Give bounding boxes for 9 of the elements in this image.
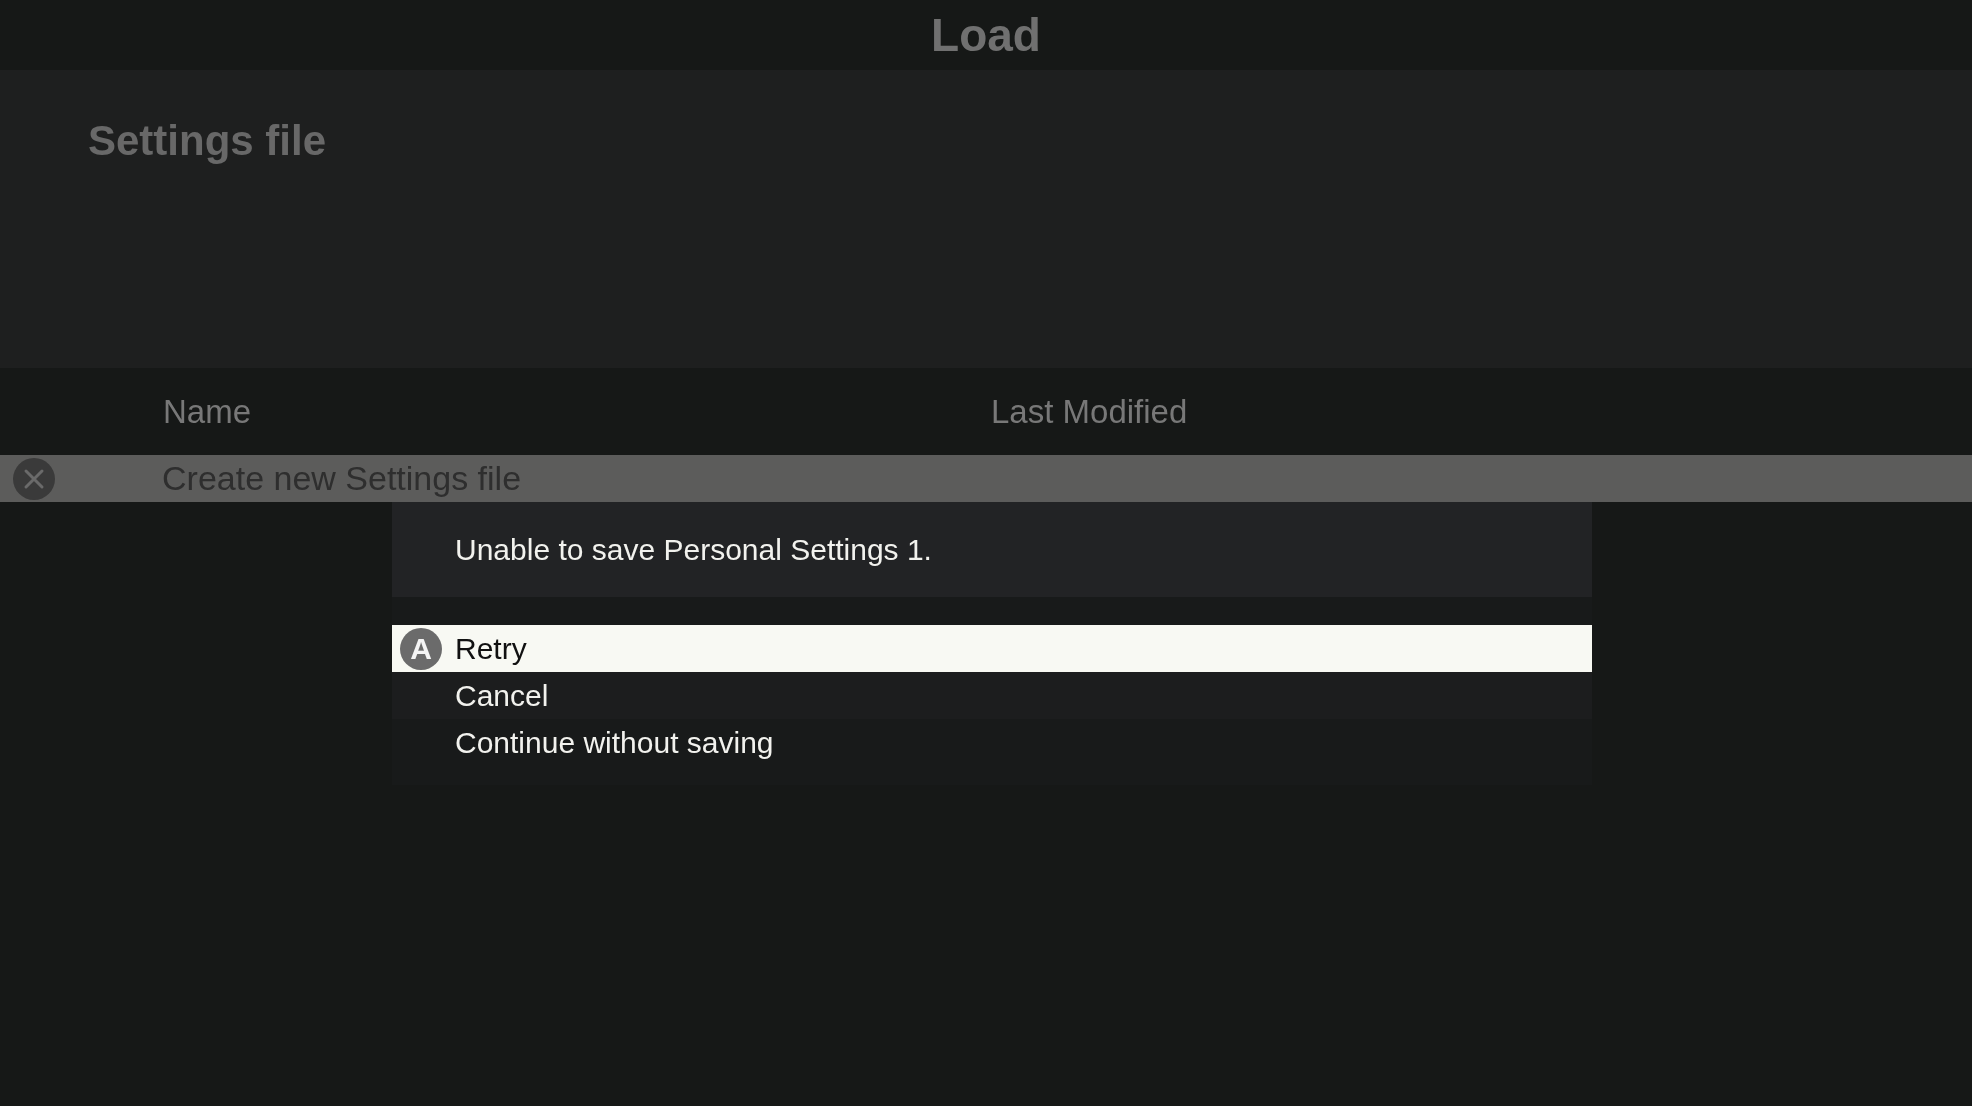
dialog-message: Unable to save Personal Settings 1.	[455, 532, 932, 567]
dialog-option[interactable]: Cancel	[392, 672, 1592, 719]
button-glyph-icon: A	[400, 627, 442, 670]
column-header: Name	[163, 392, 252, 431]
page-title: Load	[931, 12, 1041, 58]
dialog-option[interactable]: A Retry	[392, 625, 1592, 672]
section-title: Settings file	[88, 117, 327, 164]
column-header: Last Modified	[991, 392, 1188, 431]
x-circle-icon	[13, 457, 55, 500]
